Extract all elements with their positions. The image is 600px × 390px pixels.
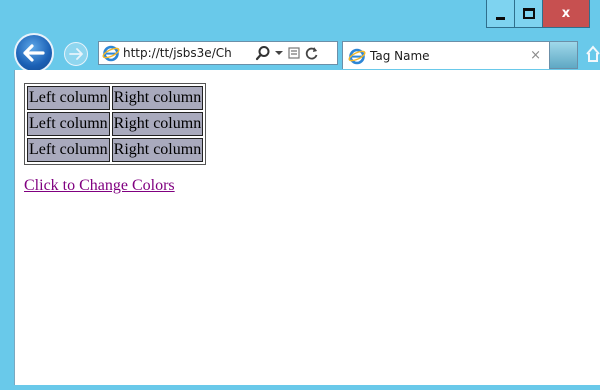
ie-logo-icon — [348, 48, 366, 64]
table-row: Left column Right column — [27, 86, 204, 110]
tab-tag-name[interactable]: Tag Name × — [342, 41, 550, 69]
browser-window: x http://tt/jsbs3e/Ch Tag Name × Left co… — [0, 0, 600, 390]
right-column-cell: Right column — [111, 138, 204, 162]
navigation-toolbar: http://tt/jsbs3e/Ch Tag Name × — [0, 30, 600, 73]
left-column-cell: Left column — [27, 138, 110, 162]
tab-title: Tag Name — [370, 48, 430, 63]
left-column-cell: Left column — [27, 86, 110, 110]
ie-logo-icon — [102, 45, 120, 62]
change-colors-link[interactable]: Click to Change Colors — [24, 177, 175, 195]
dropdown-arrow-icon[interactable] — [275, 44, 283, 62]
minimize-icon — [496, 16, 505, 20]
table-row: Left column Right column — [27, 112, 204, 136]
window-caption-buttons: x — [486, 0, 590, 30]
address-bar-tools — [255, 44, 319, 62]
maximize-button[interactable] — [515, 0, 543, 28]
table-row: Left column Right column — [27, 138, 204, 162]
close-button[interactable]: x — [543, 0, 590, 28]
home-icon[interactable] — [585, 44, 600, 64]
maximize-icon — [522, 8, 535, 19]
right-column-cell: Right column — [111, 112, 204, 136]
color-table: Left column Right column Left column Right … — [24, 83, 207, 165]
compatibility-view-icon[interactable] — [287, 44, 301, 62]
minimize-button[interactable] — [486, 0, 515, 28]
left-column-cell: Left column — [27, 112, 110, 136]
new-tab-button[interactable] — [550, 41, 578, 69]
search-icon[interactable] — [255, 44, 271, 62]
back-button[interactable] — [14, 33, 54, 73]
close-icon: x — [561, 6, 571, 21]
refresh-icon[interactable] — [305, 44, 319, 62]
page-content: Left column Right column Left column Right … — [14, 70, 600, 385]
address-bar[interactable]: http://tt/jsbs3e/Ch — [98, 41, 338, 65]
address-text[interactable]: http://tt/jsbs3e/Ch — [123, 46, 251, 60]
back-arrow-icon — [23, 44, 45, 62]
right-column-cell: Right column — [111, 86, 204, 110]
forward-arrow-icon — [69, 48, 83, 60]
tab-close-icon[interactable]: × — [530, 48, 541, 63]
forward-button[interactable] — [64, 42, 88, 66]
